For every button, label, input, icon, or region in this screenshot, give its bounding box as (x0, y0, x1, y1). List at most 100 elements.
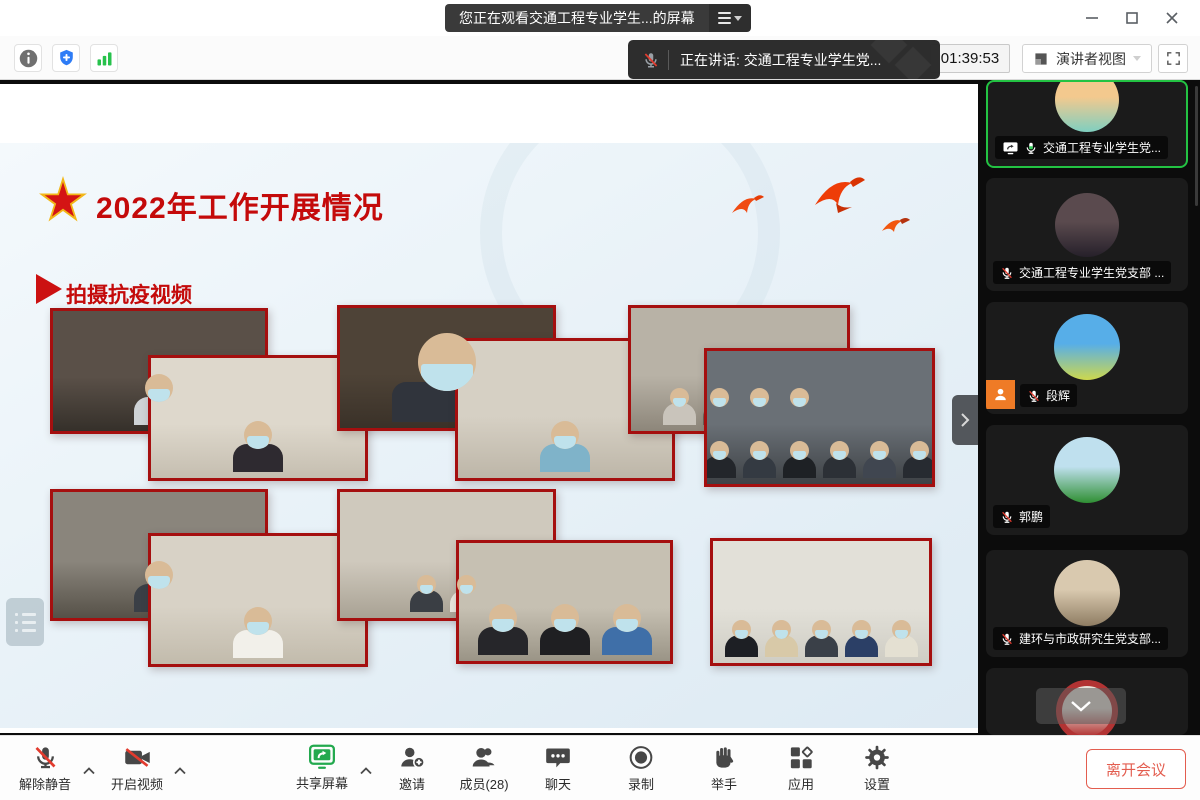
maximize-icon (1125, 11, 1139, 25)
settings-button[interactable]: 设置 (864, 744, 891, 793)
apps-icon (788, 744, 815, 771)
members-button[interactable]: 成员(28) (459, 744, 508, 793)
participant-name: 交通工程专业学生党支部 ... (1019, 264, 1164, 281)
meeting-controls-bar: 解除静音 开启视频 共享屏幕 (0, 735, 1200, 800)
maximize-button[interactable] (1112, 0, 1152, 36)
collapse-participants-button[interactable] (952, 395, 978, 445)
raise-hand-label: 举手 (711, 774, 737, 793)
divider (668, 50, 669, 70)
participant-name: 段辉 (1046, 387, 1070, 404)
chat-button[interactable]: 聊天 (545, 744, 572, 793)
share-screen-label: 共享屏幕 (296, 773, 348, 792)
record-icon (628, 744, 655, 771)
person-figure (845, 620, 878, 657)
watching-banner-text: 您正在观看交通工程专业学生...的屏幕 (445, 4, 709, 32)
main-stage: 2022年工作开展情况 拍摄抗疫视频 (0, 80, 1200, 735)
chat-icon (545, 744, 572, 771)
chevron-up-icon (174, 767, 187, 775)
avatar (1055, 80, 1119, 132)
raise-hand-button[interactable]: 举手 (711, 744, 738, 793)
presentation-slide: 2022年工作开展情况 拍摄抗疫视频 (0, 143, 978, 728)
avatar (1054, 560, 1120, 626)
close-icon (1165, 11, 1179, 25)
shield-icon (56, 48, 77, 69)
person-figure (540, 604, 590, 655)
chevron-down-icon (1070, 700, 1092, 712)
person-figure (540, 421, 590, 472)
network-quality-button[interactable] (90, 44, 118, 72)
window-title-bar: 您正在观看交通工程专业学生...的屏幕 (0, 0, 1200, 36)
unmute-label: 解除静音 (19, 774, 71, 793)
person-figure (725, 620, 758, 657)
slide-bullet-text: 拍摄抗疫视频 (66, 279, 192, 309)
fullscreen-icon (1165, 50, 1182, 67)
signal-bars-icon (94, 48, 115, 69)
person-figure (823, 441, 856, 478)
share-screen-button[interactable]: 共享屏幕 (296, 744, 348, 792)
caret-down-icon (734, 16, 742, 21)
shared-screen: 2022年工作开展情况 拍摄抗疫视频 (0, 84, 978, 733)
meeting-info-button[interactable] (14, 44, 42, 72)
video-off-icon (122, 744, 151, 771)
person-figure (805, 620, 838, 657)
person-figure (863, 441, 896, 478)
muted-mic-icon (1000, 510, 1014, 524)
person-figure (233, 607, 283, 658)
participant-tile[interactable]: 交通工程专业学生党支部 ... (986, 178, 1188, 291)
layout-icon (1033, 51, 1049, 67)
hamburger-icon (718, 12, 731, 24)
apps-label: 应用 (788, 774, 814, 793)
view-mode-label: 演讲者视图 (1056, 49, 1126, 69)
flying-bird-icon (730, 191, 772, 221)
share-options-button[interactable] (357, 764, 376, 778)
close-button[interactable] (1152, 0, 1192, 36)
muted-mic-icon (642, 51, 660, 69)
meeting-duration: 01:39:53 (930, 44, 1010, 73)
list-icon (15, 613, 36, 632)
watching-banner: 您正在观看交通工程专业学生...的屏幕 (445, 4, 751, 32)
slide-photo-woman-at-door (148, 355, 368, 481)
muted-mic-icon (1000, 632, 1014, 646)
red-star-icon (38, 176, 88, 226)
chevron-right-icon (959, 412, 971, 428)
hand-raised-badge (986, 380, 1015, 409)
rail-scrollbar[interactable] (1195, 86, 1198, 206)
side-panel-toggle-button[interactable] (6, 598, 44, 646)
fullscreen-button[interactable] (1158, 44, 1188, 73)
start-video-button[interactable]: 开启视频 (111, 744, 163, 793)
info-icon (18, 48, 39, 69)
minimize-button[interactable] (1072, 0, 1112, 36)
muted-mic-icon (31, 744, 58, 771)
invite-button[interactable]: 邀请 (399, 744, 426, 793)
red-triangle-bullet-icon (36, 274, 62, 304)
now-speaking-text: 正在讲话: 交通工程专业学生党... (680, 50, 881, 70)
record-button[interactable]: 录制 (628, 744, 655, 793)
video-options-button[interactable] (171, 764, 190, 778)
security-button[interactable] (52, 44, 80, 72)
participants-rail: 交通工程专业学生党... 交通工程专业学生党支部 ... (978, 80, 1200, 735)
audio-options-button[interactable] (80, 764, 99, 778)
scroll-more-participants-button[interactable] (1036, 688, 1126, 724)
muted-mic-icon (1027, 389, 1041, 403)
participant-tile[interactable]: 交通工程专业学生党... (986, 80, 1188, 168)
apps-button[interactable]: 应用 (788, 744, 815, 793)
minimize-icon (1085, 11, 1099, 25)
settings-label: 设置 (864, 774, 890, 793)
participant-tile[interactable]: 郭鹏 (986, 425, 1188, 535)
participant-tile[interactable]: 建环与市政研究生党支部... (986, 550, 1188, 657)
participant-name: 交通工程专业学生党... (1043, 139, 1161, 156)
caret-down-icon (1133, 56, 1141, 61)
banner-menu-button[interactable] (709, 4, 751, 32)
chat-label: 聊天 (545, 774, 571, 793)
person-figure (743, 441, 776, 478)
participant-name: 郭鹏 (1019, 508, 1043, 525)
person-figure (903, 441, 935, 478)
leave-meeting-label: 离开会议 (1106, 759, 1166, 780)
participant-tile[interactable]: 段辉 (986, 302, 1188, 414)
slide-photo-three-men-selfie (456, 540, 673, 664)
members-label: 成员(28) (459, 774, 508, 793)
unmute-button[interactable]: 解除静音 (19, 744, 71, 793)
muted-mic-icon (1000, 266, 1014, 280)
leave-meeting-button[interactable]: 离开会议 (1086, 749, 1186, 789)
view-mode-button[interactable]: 演讲者视图 (1022, 44, 1152, 73)
